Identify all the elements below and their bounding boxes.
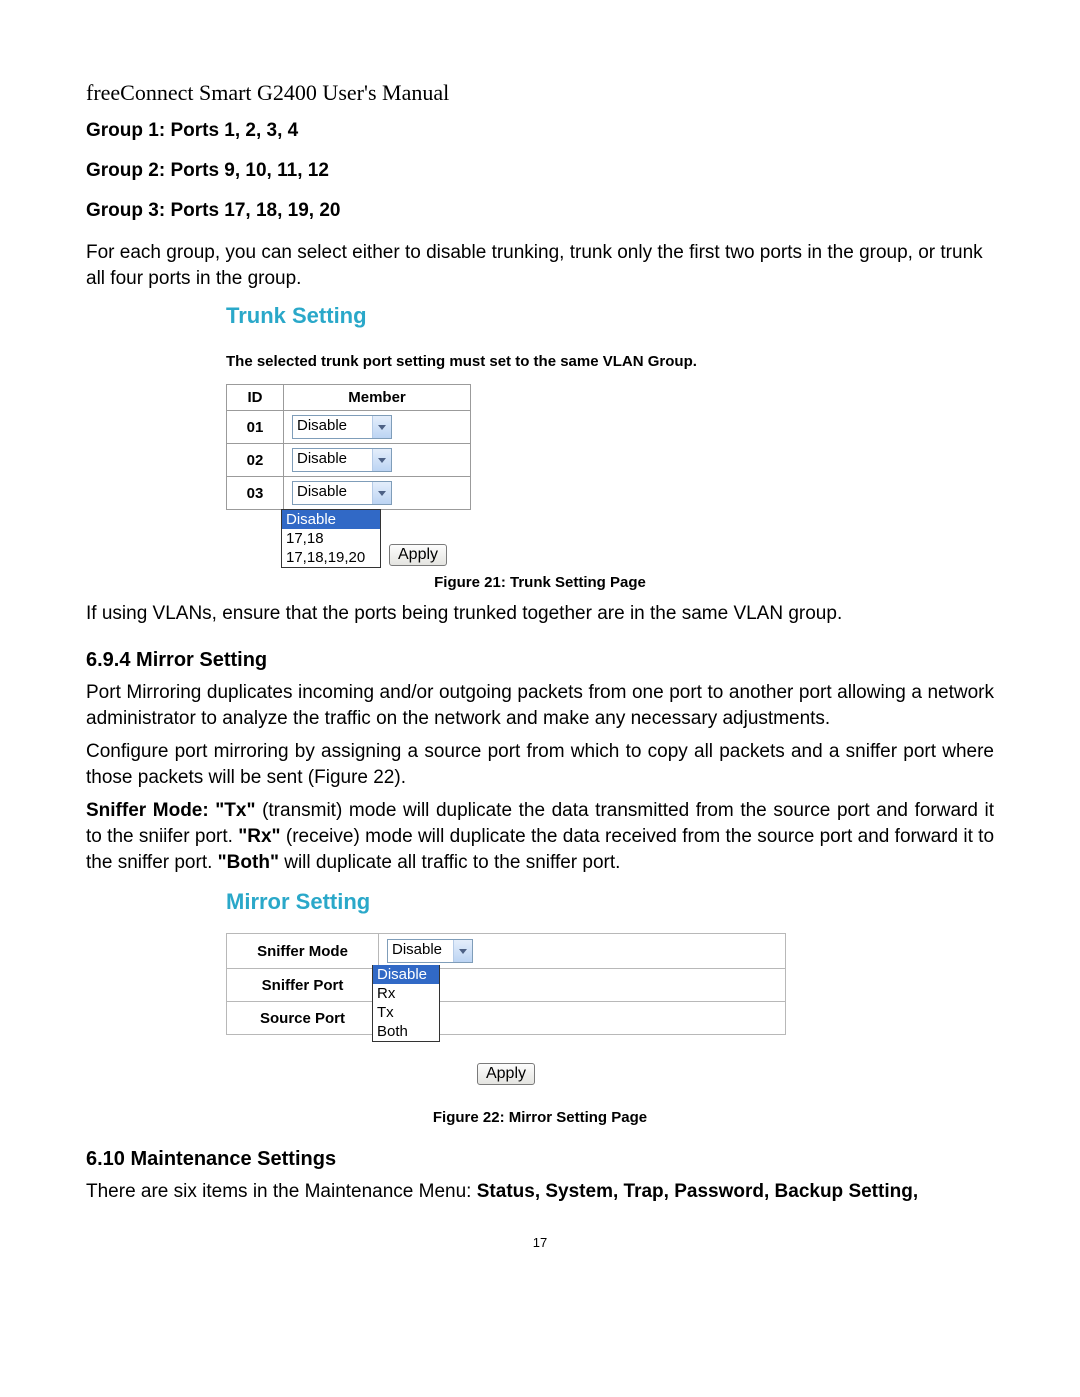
table-row: 01 Disable — [227, 411, 471, 444]
select-value: Disable — [293, 482, 372, 504]
table-row: Source Port — [227, 1002, 786, 1035]
text-span: There are six items in the Maintenance M… — [86, 1181, 477, 1202]
chevron-down-icon — [453, 940, 472, 962]
trunk-apply-button[interactable]: Apply — [389, 544, 447, 566]
trunk-row-id: 02 — [227, 444, 284, 477]
mirror-paragraph-2: Configure port mirroring by assigning a … — [86, 739, 994, 790]
select-option-disable[interactable]: Disable — [282, 510, 380, 529]
text-span: will duplicate all traffic to the sniffe… — [279, 852, 620, 873]
sniffer-mode-tx-label: Sniffer Mode: "Tx" — [86, 800, 255, 821]
trunk-row-id: 03 — [227, 477, 284, 510]
select-option-17-20[interactable]: 17,18,19,20 — [282, 548, 380, 567]
select-value: Disable — [388, 940, 453, 962]
figure-22-caption: Figure 22: Mirror Setting Page — [86, 1109, 994, 1126]
trunk-setting-title: Trunk Setting — [226, 303, 994, 329]
trunk-member-select-01[interactable]: Disable — [292, 415, 392, 439]
maintenance-settings-heading: 6.10 Maintenance Settings — [86, 1148, 994, 1171]
select-option-rx[interactable]: Rx — [373, 984, 439, 1003]
mirror-paragraph-3: Sniffer Mode: "Tx" (transmit) mode will … — [86, 798, 994, 875]
trunk-member-select-03-options[interactable]: Disable 17,18 17,18,19,20 — [281, 509, 381, 568]
sniffer-port-label: Sniffer Port — [227, 969, 379, 1002]
mirror-table: Sniffer Mode Disable Sniffer Port Source… — [226, 933, 786, 1035]
trunk-setting-figure: Trunk Setting The selected trunk port se… — [226, 303, 994, 568]
group-3-line: Group 3: Ports 17, 18, 19, 20 — [86, 200, 994, 222]
page-header: freeConnect Smart G2400 User's Manual — [86, 80, 994, 106]
trunk-setting-note: The selected trunk port setting must set… — [226, 353, 994, 370]
mirror-setting-heading: 6.9.4 Mirror Setting — [86, 649, 994, 672]
select-value: Disable — [293, 449, 372, 471]
source-port-label: Source Port — [227, 1002, 379, 1035]
chevron-down-icon — [372, 449, 391, 471]
select-value: Disable — [293, 416, 372, 438]
rx-label: "Rx" — [238, 826, 280, 847]
maintenance-items-bold: Status, System, Trap, Password, Backup S… — [477, 1181, 918, 1202]
select-option-17-18[interactable]: 17,18 — [282, 529, 380, 548]
sniffer-mode-select-options[interactable]: Disable Rx Tx Both — [372, 965, 440, 1042]
maintenance-paragraph: There are six items in the Maintenance M… — [86, 1179, 994, 1205]
table-row: 03 Disable — [227, 477, 471, 510]
group-2-line: Group 2: Ports 9, 10, 11, 12 — [86, 160, 994, 182]
page-number: 17 — [86, 1235, 994, 1250]
select-option-both[interactable]: Both — [373, 1022, 439, 1041]
both-label: "Both" — [218, 852, 279, 873]
trunk-table: ID Member 01 Disable 02 Disable — [226, 384, 471, 510]
sniffer-mode-select[interactable]: Disable — [387, 939, 473, 963]
mirror-apply-button[interactable]: Apply — [477, 1063, 535, 1085]
trunk-th-member: Member — [284, 385, 471, 411]
trunk-member-select-03[interactable]: Disable — [292, 481, 392, 505]
sniffer-mode-label: Sniffer Mode — [227, 934, 379, 969]
select-option-disable[interactable]: Disable — [373, 965, 439, 984]
chevron-down-icon — [372, 482, 391, 504]
trunk-th-id: ID — [227, 385, 284, 411]
vlan-note-paragraph: If using VLANs, ensure that the ports be… — [86, 601, 994, 627]
table-row: 02 Disable — [227, 444, 471, 477]
figure-21-caption: Figure 21: Trunk Setting Page — [86, 574, 994, 591]
mirror-paragraph-1: Port Mirroring duplicates incoming and/o… — [86, 680, 994, 731]
group-1-line: Group 1: Ports 1, 2, 3, 4 — [86, 120, 994, 142]
trunk-intro-paragraph: For each group, you can select either to… — [86, 240, 994, 291]
mirror-setting-figure: Mirror Setting Sniffer Mode Disable Snif… — [226, 889, 994, 1085]
chevron-down-icon — [372, 416, 391, 438]
table-row: Sniffer Port — [227, 969, 786, 1002]
trunk-row-id: 01 — [227, 411, 284, 444]
table-row: Sniffer Mode Disable — [227, 934, 786, 969]
select-option-tx[interactable]: Tx — [373, 1003, 439, 1022]
mirror-setting-title: Mirror Setting — [226, 889, 994, 915]
trunk-member-select-02[interactable]: Disable — [292, 448, 392, 472]
